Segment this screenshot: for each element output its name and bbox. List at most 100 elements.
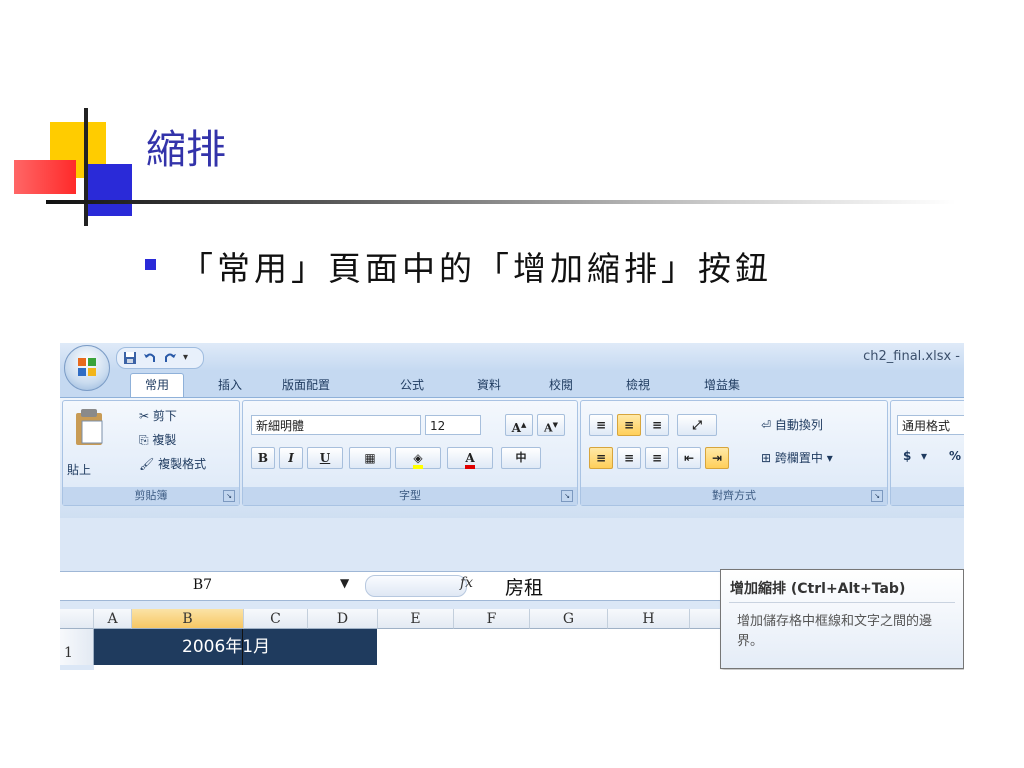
tooltip-title: 增加縮排 (Ctrl+Alt+Tab)	[730, 581, 906, 597]
decor-blue-square	[86, 164, 132, 216]
wrap-text-button[interactable]: ⏎ 自動換列	[761, 416, 823, 433]
insert-function-icon[interactable]: fx	[460, 575, 473, 591]
paste-icon[interactable]	[73, 407, 105, 450]
column-header-f[interactable]: F	[454, 609, 530, 629]
number-format-box[interactable]: 通用格式	[897, 415, 964, 435]
copy-icon: ⎘	[139, 433, 153, 447]
italic-button[interactable]: I	[279, 447, 303, 469]
bold-button[interactable]: B	[251, 447, 275, 469]
save-icon[interactable]	[123, 351, 137, 365]
paste-label[interactable]: 貼上	[67, 461, 91, 478]
copy-label: 複製	[152, 433, 177, 447]
font-color-button[interactable]: A	[447, 447, 493, 469]
font-group-label: 字型	[243, 487, 577, 505]
undo-icon[interactable]	[143, 351, 157, 365]
increase-indent-button[interactable]: ⇥	[705, 447, 729, 469]
underline-button[interactable]: U	[307, 447, 343, 469]
customize-qat-icon[interactable]: ▾	[183, 351, 197, 365]
number-group-label	[891, 487, 964, 505]
align-left-button[interactable]: ≡	[589, 447, 613, 469]
ribbon: 貼上 ✂ 剪下 ⎘ 複製 🖌 複製格式 剪貼簿 ↘ 新細明體 12 A▲ A▼ …	[60, 397, 964, 518]
tab-insert[interactable]: 插入	[218, 374, 242, 396]
align-middle-icon: ≡	[623, 418, 635, 432]
qat-buttons: ▾	[116, 347, 204, 369]
fill-color-button[interactable]: ◈	[395, 447, 441, 469]
tab-page-layout[interactable]: 版面配置	[282, 374, 330, 396]
clipboard-launcher-icon[interactable]: ↘	[223, 490, 235, 502]
currency-dropdown-icon[interactable]: ▾	[921, 449, 927, 463]
align-right-button[interactable]: ≡	[645, 447, 669, 469]
scissors-icon: ✂	[139, 409, 153, 423]
name-box[interactable]: B7	[60, 574, 345, 596]
align-bottom-icon: ≡	[651, 418, 663, 432]
font-group: 新細明體 12 A▲ A▼ B I U ▦ ◈ A 中 字型 ↘	[242, 400, 578, 506]
currency-button[interactable]: $	[903, 449, 911, 463]
font-color-icon: A	[465, 451, 475, 469]
name-box-dropdown-icon[interactable]: ▼	[340, 576, 349, 590]
align-top-button[interactable]: ≡	[589, 414, 613, 436]
tab-addins[interactable]: 增益集	[704, 374, 740, 396]
number-group: 通用格式 $ ▾ %	[890, 400, 964, 506]
tab-data[interactable]: 資料	[477, 374, 501, 396]
title-underline	[46, 200, 956, 204]
border-icon: ▦	[364, 451, 376, 465]
column-header-g[interactable]: G	[530, 609, 608, 629]
merge-center-button[interactable]: ⊞ 跨欄置中 ▾	[761, 449, 833, 466]
formula-bar-buttons	[365, 575, 467, 597]
slide-title: 縮排	[146, 127, 226, 173]
column-header-c[interactable]: C	[244, 609, 308, 629]
shrink-font-button[interactable]: A▼	[537, 414, 565, 436]
font-name-box[interactable]: 新細明體	[251, 415, 421, 435]
tab-formulas[interactable]: 公式	[400, 374, 424, 396]
grow-font-button[interactable]: A▲	[505, 414, 533, 436]
tab-home[interactable]: 常用	[130, 373, 185, 398]
phonetic-icon: 中	[515, 451, 527, 464]
decor-red-bar	[14, 160, 76, 194]
column-header-h[interactable]: H	[608, 609, 690, 629]
bullet-text: 「常用」頁面中的「增加縮排」按鈕	[180, 249, 772, 288]
percent-button[interactable]: %	[949, 449, 961, 463]
decrease-indent-button[interactable]: ⇤	[677, 447, 701, 469]
column-header-d[interactable]: D	[308, 609, 378, 629]
alignment-launcher-icon[interactable]: ↘	[871, 490, 883, 502]
office-logo-icon	[78, 358, 96, 376]
orientation-button[interactable]: ⤢	[677, 414, 717, 436]
column-header-e[interactable]: E	[378, 609, 454, 629]
quick-access-toolbar: ▾ ch2_final.xlsx -	[60, 343, 964, 371]
merge-icon: ⊞	[761, 451, 775, 465]
column-header-b[interactable]: B	[132, 609, 244, 629]
increase-indent-icon: ⇥	[711, 451, 723, 465]
tab-view[interactable]: 檢視	[626, 374, 650, 396]
redo-icon[interactable]	[163, 351, 177, 365]
align-bottom-button[interactable]: ≡	[645, 414, 669, 436]
increase-indent-tooltip: 增加縮排 (Ctrl+Alt+Tab) 增加儲存格中框線和文字之間的邊界。	[720, 569, 964, 669]
align-top-icon: ≡	[595, 418, 607, 432]
align-center-icon: ≡	[623, 451, 635, 465]
bullet-marker	[145, 259, 156, 270]
copy-button[interactable]: ⎘ 複製	[139, 431, 176, 448]
align-left-icon: ≡	[595, 451, 607, 465]
font-launcher-icon[interactable]: ↘	[561, 490, 573, 502]
align-middle-button[interactable]: ≡	[617, 414, 641, 436]
formula-value[interactable]: 房租	[505, 573, 543, 600]
cut-button[interactable]: ✂ 剪下	[139, 407, 177, 424]
column-header-a[interactable]: A	[94, 609, 132, 629]
font-size-box[interactable]: 12	[425, 415, 481, 435]
select-all-corner[interactable]	[60, 609, 94, 629]
decrease-indent-icon: ⇤	[683, 451, 695, 465]
phonetic-button[interactable]: 中	[501, 447, 541, 469]
alignment-group-label: 對齊方式	[581, 487, 887, 505]
brush-icon: 🖌	[139, 457, 159, 471]
cursor-line	[242, 629, 243, 665]
align-center-button[interactable]: ≡	[617, 447, 641, 469]
tooltip-description: 增加儲存格中框線和文字之間的邊界。	[737, 614, 933, 649]
row-header-1[interactable]: 1	[60, 629, 94, 665]
format-painter-label: 複製格式	[158, 457, 207, 471]
orientation-icon: ⤢	[692, 418, 702, 432]
borders-button[interactable]: ▦	[349, 447, 391, 469]
cell-b1-merged[interactable]: 2006年1月	[94, 629, 377, 665]
office-button[interactable]	[64, 345, 110, 391]
excel-screenshot: ▾ ch2_final.xlsx - 常用 插入 版面配置 公式 資料 校閱 檢…	[60, 343, 964, 670]
tab-review[interactable]: 校閱	[549, 374, 573, 396]
format-painter-button[interactable]: 🖌 複製格式	[139, 455, 206, 472]
